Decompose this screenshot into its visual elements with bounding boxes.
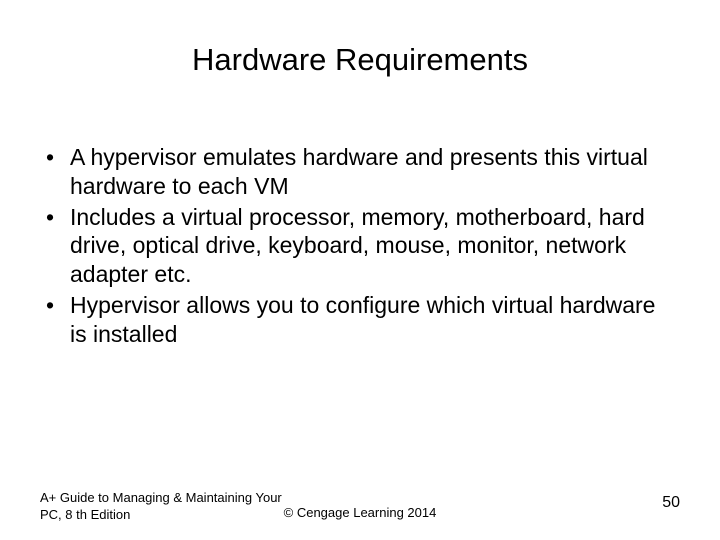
list-item: Includes a virtual processor, memory, mo… [40,203,670,289]
page-number: 50 [662,494,680,512]
bullet-list: A hypervisor emulates hardware and prese… [40,143,670,348]
slide: Hardware Requirements A hypervisor emula… [0,0,720,540]
slide-body: A hypervisor emulates hardware and prese… [40,143,670,350]
footer: A+ Guide to Managing & Maintaining Your … [0,484,720,524]
list-item: A hypervisor emulates hardware and prese… [40,143,670,201]
slide-title: Hardware Requirements [0,42,720,78]
list-item: Hypervisor allows you to configure which… [40,291,670,349]
footer-copyright: © Cengage Learning 2014 [0,505,720,520]
